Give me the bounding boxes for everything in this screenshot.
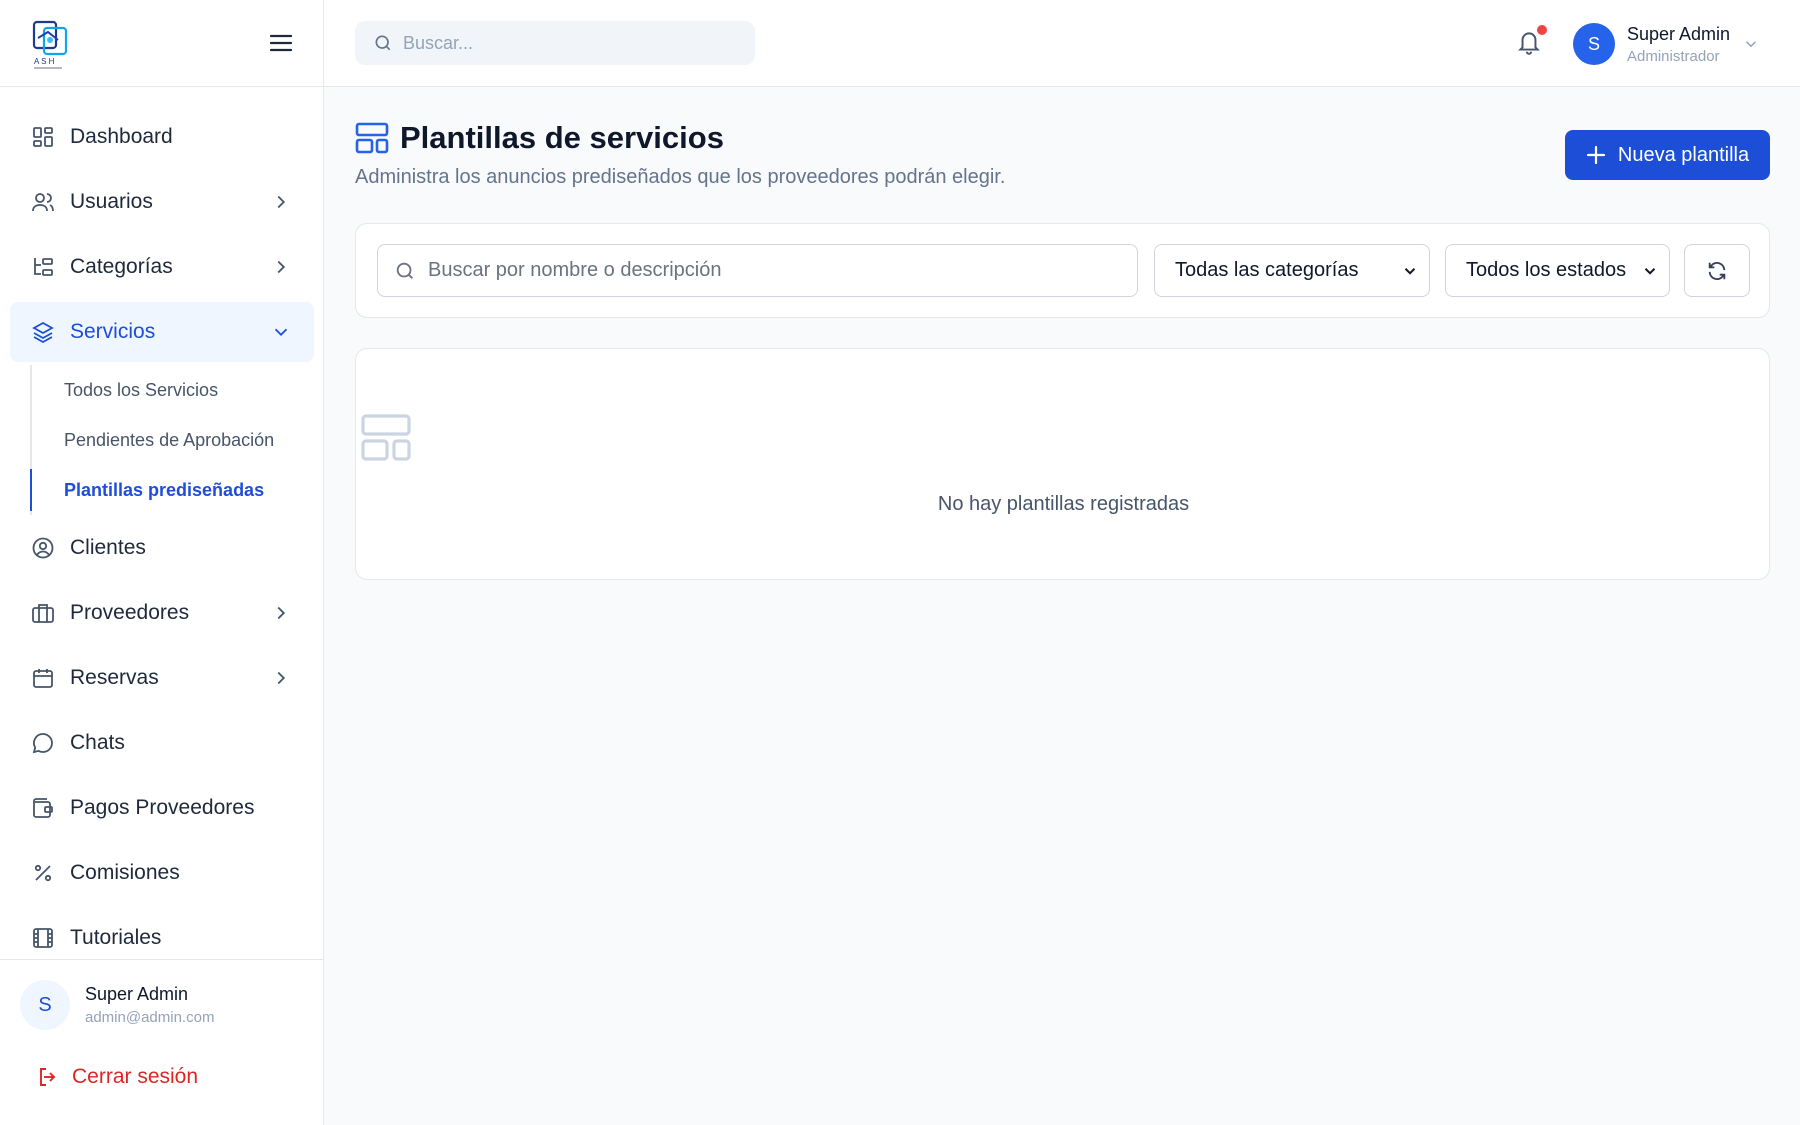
- sidebar-header: A S H: [0, 0, 323, 87]
- menu-toggle-icon[interactable]: [266, 28, 296, 58]
- sidebar-item-label: Clientes: [70, 536, 146, 559]
- sidebar-item-comisiones[interactable]: Comisiones: [10, 843, 314, 903]
- svg-text:A S H: A S H: [34, 57, 55, 66]
- footer-user-email: admin@admin.com: [85, 1009, 215, 1026]
- category-select-value: Todas las categorías: [1175, 259, 1359, 281]
- film-icon: [30, 925, 56, 951]
- chevron-right-icon: [270, 602, 292, 624]
- briefcase-icon: [30, 600, 56, 626]
- user-circle-icon: [30, 535, 56, 561]
- notifications-bell-icon[interactable]: [1516, 25, 1547, 58]
- servicios-submenu: Todos los Servicios Pendientes de Aproba…: [30, 365, 310, 515]
- refresh-icon: [1706, 260, 1728, 282]
- sidebar-nav: Dashboard Usuarios Categorías Servicios: [0, 87, 324, 959]
- sidebar-item-label: Pagos Proveedores: [70, 796, 255, 819]
- sidebar-item-label: Comisiones: [70, 861, 180, 884]
- search-icon: [394, 260, 416, 282]
- templates-list-empty: No hay plantillas registradas: [355, 348, 1770, 580]
- sidebar-item-label: Chats: [70, 731, 125, 754]
- logout-icon: [36, 1065, 60, 1089]
- sidebar-item-label: Proveedores: [70, 601, 190, 624]
- notification-badge: [1537, 25, 1547, 35]
- chat-icon: [30, 730, 56, 756]
- avatar: S: [1573, 23, 1615, 65]
- category-select[interactable]: Todas las categorías: [1154, 244, 1430, 297]
- categories-icon: [30, 254, 56, 280]
- wallet-icon: [30, 795, 56, 821]
- sidebar-item-label: Reservas: [70, 666, 159, 689]
- chevron-right-icon: [270, 667, 292, 689]
- footer-user-name: Super Admin: [85, 984, 189, 1004]
- sidebar-item-label: Servicios: [70, 320, 156, 343]
- brand-logo[interactable]: A S H: [28, 18, 74, 70]
- global-search-input[interactable]: [403, 32, 733, 54]
- user-name: Super Admin: [1627, 23, 1731, 44]
- templates-icon: [355, 122, 389, 154]
- chevron-right-icon: [270, 256, 292, 278]
- logout-button[interactable]: Cerrar sesión: [36, 1062, 198, 1092]
- sidebar-item-clientes[interactable]: Clientes: [10, 518, 314, 578]
- sidebar-item-pagos-proveedores[interactable]: Pagos Proveedores: [10, 778, 314, 838]
- templates-placeholder-icon: [360, 413, 412, 465]
- layers-icon: [30, 319, 56, 345]
- filters-panel: Todas las categorías Todos los estados: [355, 223, 1770, 318]
- chevron-down-icon: [270, 321, 292, 343]
- sidebar-item-categorias[interactable]: Categorías: [10, 237, 314, 297]
- sidebar-item-label: Categorías: [70, 255, 173, 278]
- chevron-right-icon: [270, 191, 292, 213]
- sidebar: A S H Dashboard Usuarios Categorías Serv…: [0, 0, 324, 1125]
- sidebar-item-tutoriales[interactable]: Tutoriales: [10, 908, 314, 959]
- users-icon: [30, 189, 56, 215]
- sidebar-footer: S Super Admin admin@admin.com Cerrar ses…: [0, 959, 324, 1125]
- user-role: Administrador: [1627, 47, 1720, 65]
- new-template-button[interactable]: Nueva plantilla: [1565, 130, 1770, 180]
- sidebar-item-proveedores[interactable]: Proveedores: [10, 583, 314, 643]
- global-search[interactable]: [355, 21, 755, 65]
- page-subtitle: Administra los anuncios prediseñados que…: [355, 166, 1006, 188]
- status-select-value: Todos los estados: [1466, 259, 1627, 281]
- sidebar-item-dashboard[interactable]: Dashboard: [10, 107, 314, 167]
- template-search[interactable]: [377, 244, 1138, 297]
- plus-icon: [1586, 145, 1606, 165]
- percent-icon: [30, 860, 56, 886]
- new-template-label: Nueva plantilla: [1617, 143, 1750, 166]
- user-menu[interactable]: S Super Admin Administrador: [1573, 22, 1760, 66]
- top-bar: S Super Admin Administrador: [324, 0, 1800, 87]
- template-search-input[interactable]: [428, 259, 1118, 282]
- search-icon: [373, 33, 393, 53]
- subitem-pendientes-aprobacion[interactable]: Pendientes de Aprobación: [32, 419, 312, 461]
- avatar[interactable]: S: [20, 980, 70, 1030]
- dashboard-icon: [30, 124, 56, 150]
- sidebar-item-usuarios[interactable]: Usuarios: [10, 172, 314, 232]
- chevron-down-icon: [1401, 262, 1419, 280]
- sidebar-item-label: Dashboard: [70, 125, 173, 148]
- empty-state-message: No hay plantillas registradas: [937, 493, 1190, 515]
- subitem-todos-servicios[interactable]: Todos los Servicios: [32, 369, 312, 411]
- sidebar-item-label: Tutoriales: [70, 926, 162, 949]
- sidebar-item-label: Usuarios: [70, 190, 153, 213]
- status-select[interactable]: Todos los estados: [1445, 244, 1670, 297]
- sidebar-item-reservas[interactable]: Reservas: [10, 648, 314, 708]
- page-title: Plantillas de servicios: [400, 120, 724, 155]
- chevron-down-icon: [1641, 262, 1659, 280]
- subitem-plantillas-predisenadas[interactable]: Plantillas prediseñadas: [30, 469, 310, 511]
- refresh-button[interactable]: [1684, 244, 1750, 297]
- sidebar-item-chats[interactable]: Chats: [10, 713, 314, 773]
- logout-label: Cerrar sesión: [72, 1065, 199, 1088]
- calendar-icon: [30, 665, 56, 691]
- sidebar-item-servicios[interactable]: Servicios: [10, 302, 314, 362]
- chevron-down-icon: [1742, 35, 1760, 53]
